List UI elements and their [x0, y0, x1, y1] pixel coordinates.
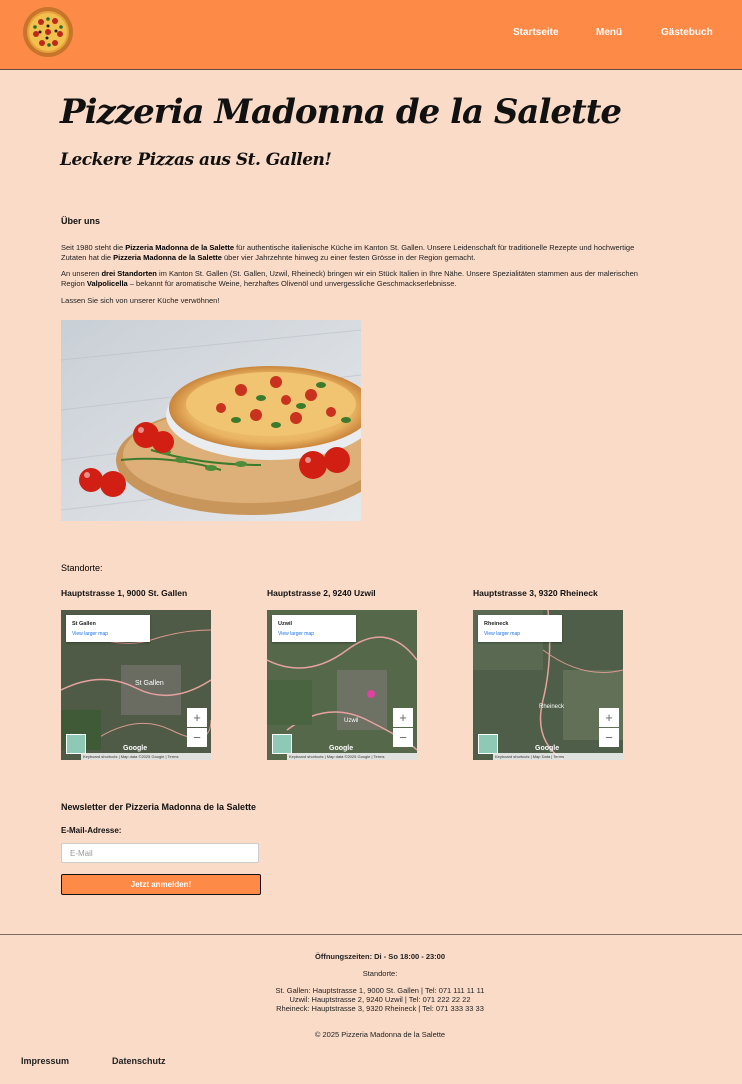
map-location-name: Uzwil: [278, 621, 293, 627]
zoom-in-button[interactable]: +: [187, 708, 207, 727]
email-input[interactable]: [61, 843, 259, 863]
zoom-out-button[interactable]: −: [187, 728, 207, 747]
footer-locations-heading: Standorte:: [362, 969, 398, 978]
map-type-toggle[interactable]: [66, 734, 86, 754]
page-subtitle: Leckere Pizzas aus St. Gallen!: [60, 150, 332, 170]
copyright: © 2025 Pizzeria Madonna de la Salette: [314, 1030, 446, 1039]
google-logo: Google: [123, 745, 148, 752]
location-title-rheineck: Hauptstrasse 3, 9320 Rheineck: [473, 588, 598, 598]
footer-location-rheineck: Rheineck: Hauptstrasse 3, 9320 Rheineck …: [276, 1004, 484, 1013]
map-place-label: Rheineck: [539, 704, 565, 710]
nav-menu[interactable]: Menü: [596, 27, 622, 38]
zoom-in-button[interactable]: +: [599, 708, 619, 727]
nav-startseite[interactable]: Startseite: [513, 27, 559, 38]
email-label: E-Mail-Adresse:: [61, 826, 122, 835]
map-info-card: Uzwil View larger map: [272, 615, 356, 642]
map-attribution: Keyboard shortcuts | Map Data | Terms: [493, 753, 623, 760]
pizza-logo-icon[interactable]: [22, 6, 74, 58]
view-larger-map-link[interactable]: View larger map: [278, 631, 314, 637]
map-location-name: St Gallen: [72, 621, 96, 627]
locations-heading: Standorte:: [61, 563, 103, 573]
footer-location-st-gallen: St. Gallen: Hauptstrasse 1, 9000 St. Gal…: [275, 986, 485, 995]
opening-hours: Öffnungszeiten: Di - So 18:00 - 23:00: [314, 952, 446, 961]
nav-gaestebuch[interactable]: Gästebuch: [661, 27, 713, 38]
map-st-gallen[interactable]: St Gallen St Gallen View larger map + − …: [61, 610, 211, 760]
location-title-st-gallen: Hauptstrasse 1, 9000 St. Gallen: [61, 588, 188, 598]
zoom-out-button[interactable]: −: [599, 728, 619, 747]
map-place-label: St Gallen: [135, 680, 164, 687]
about-paragraph-1: Seit 1980 steht die Pizzeria Madonna de …: [61, 243, 635, 262]
view-larger-map-link[interactable]: View larger map: [484, 631, 520, 637]
footer-location-uzwil: Uzwil: Hauptstrasse 2, 9240 Uzwil | Tel:…: [289, 995, 471, 1004]
map-type-toggle[interactable]: [272, 734, 292, 754]
subscribe-button[interactable]: Jetzt anmelden!: [61, 874, 261, 895]
map-place-label: Uzwil: [344, 718, 359, 724]
zoom-in-button[interactable]: +: [393, 708, 413, 727]
footer-divider: [0, 934, 742, 935]
about-paragraph-2: An unseren drei Standorten im Kanton St.…: [61, 269, 638, 288]
map-rheineck[interactable]: Rheineck Rheineck View larger map + − Go…: [473, 610, 623, 760]
pizza-photo: [61, 320, 361, 521]
location-title-uzwil: Hauptstrasse 2, 9240 Uzwil: [267, 588, 376, 598]
map-info-card: St Gallen View larger map: [66, 615, 150, 642]
map-attribution: Keyboard shortcuts | Map data ©2025 Goog…: [81, 753, 211, 760]
map-uzwil[interactable]: Uzwil Uzwil View larger map + − Google K…: [267, 610, 417, 760]
site-header: Startseite Menü Gästebuch: [0, 0, 742, 70]
zoom-out-button[interactable]: −: [393, 728, 413, 747]
map-info-card: Rheineck View larger map: [478, 615, 562, 642]
google-logo: Google: [535, 745, 560, 752]
view-larger-map-link[interactable]: View larger map: [72, 631, 108, 637]
datenschutz-link[interactable]: Datenschutz: [112, 1056, 166, 1066]
about-paragraph-3: Lassen Sie sich von unserer Küche verwöh…: [61, 296, 220, 305]
google-logo: Google: [329, 745, 354, 752]
map-attribution: Keyboard shortcuts | Map data ©2025 Goog…: [287, 753, 417, 760]
impressum-link[interactable]: Impressum: [21, 1056, 69, 1066]
map-type-toggle[interactable]: [478, 734, 498, 754]
page-title: Pizzeria Madonna de la Salette: [60, 92, 622, 132]
about-heading: Über uns: [61, 216, 101, 226]
map-location-name: Rheineck: [484, 621, 509, 627]
newsletter-heading: Newsletter der Pizzeria Madonna de la Sa…: [61, 802, 257, 812]
